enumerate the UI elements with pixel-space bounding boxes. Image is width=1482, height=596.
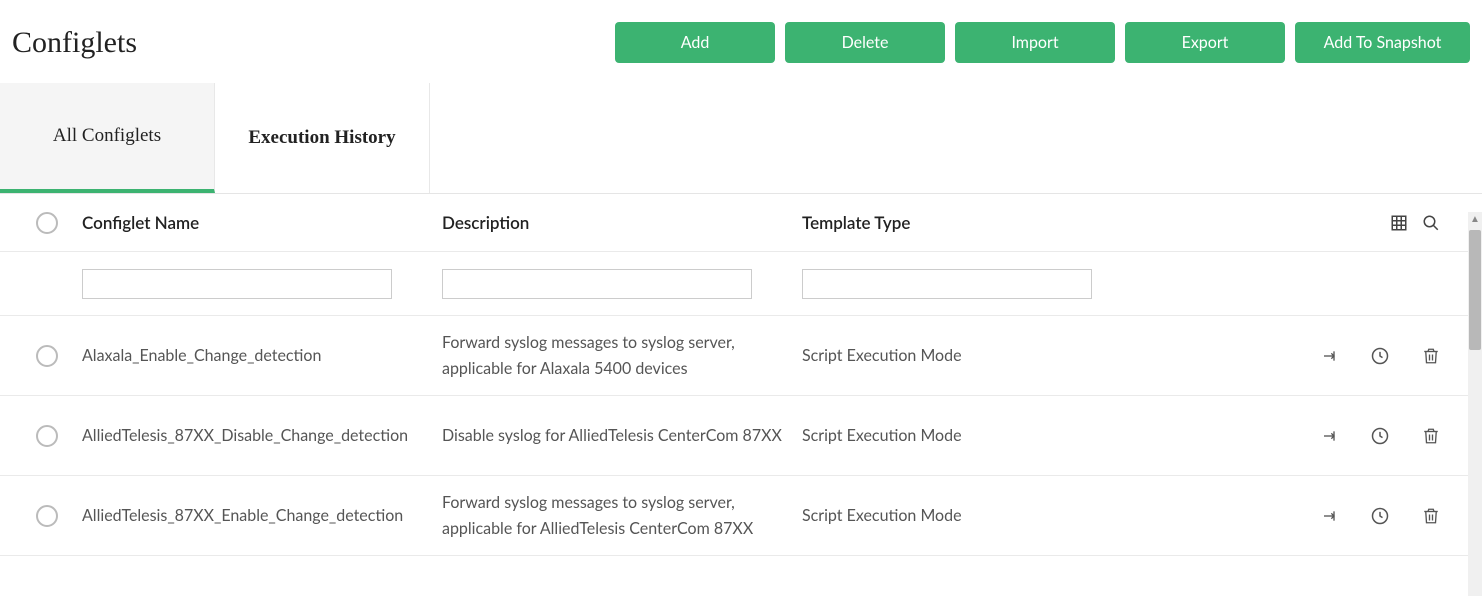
execute-icon[interactable] [1322,428,1338,444]
column-header-name[interactable]: Configlet Name [82,212,442,233]
column-header-template-type[interactable]: Template Type [802,212,1112,233]
filter-template-type-input[interactable] [802,269,1092,299]
table-row: AlliedTelesis_87XX_Disable_Change_detect… [0,396,1482,476]
row-name[interactable]: AlliedTelesis_87XX_Disable_Change_detect… [82,423,442,449]
tab-bar: All Configlets Execution History [0,83,1482,193]
schedule-icon[interactable] [1370,506,1390,526]
scrollbar-track[interactable]: ▲ [1468,212,1482,596]
execute-icon[interactable] [1322,348,1338,364]
row-select-checkbox[interactable] [36,505,58,527]
schedule-icon[interactable] [1370,346,1390,366]
page-title: Configlets [12,26,137,60]
delete-icon[interactable] [1422,507,1440,525]
row-description: Forward syslog messages to syslog server… [442,490,802,541]
add-button[interactable]: Add [615,22,775,63]
delete-button[interactable]: Delete [785,22,945,63]
column-header-description[interactable]: Description [442,212,802,233]
delete-icon[interactable] [1422,427,1440,445]
add-to-snapshot-button[interactable]: Add To Snapshot [1295,22,1470,63]
scrollbar-thumb[interactable] [1469,230,1481,350]
row-template-type: Script Execution Mode [802,503,1112,529]
row-select-checkbox[interactable] [36,345,58,367]
action-bar: Add Delete Import Export Add To Snapshot [615,22,1470,63]
filter-row [0,252,1482,316]
select-all-checkbox[interactable] [36,212,58,234]
scroll-up-arrow-icon[interactable]: ▲ [1468,212,1482,226]
tab-all-configlets[interactable]: All Configlets [0,83,215,193]
columns-icon[interactable] [1390,214,1408,232]
table-container: Configlet Name Description Template Type [0,194,1482,596]
table-row: AlliedTelesis_87XX_Enable_Change_detecti… [0,476,1482,556]
delete-icon[interactable] [1422,347,1440,365]
search-icon[interactable] [1422,214,1440,232]
row-template-type: Script Execution Mode [802,423,1112,449]
table-header-row: Configlet Name Description Template Type [0,194,1482,252]
tab-execution-history[interactable]: Execution History [215,83,430,193]
row-template-type: Script Execution Mode [802,343,1112,369]
execute-icon[interactable] [1322,508,1338,524]
table-row: Alaxala_Enable_Change_detection Forward … [0,316,1482,396]
schedule-icon[interactable] [1370,426,1390,446]
filter-name-input[interactable] [82,269,392,299]
row-description: Disable syslog for AlliedTelesis CenterC… [442,423,802,449]
row-select-checkbox[interactable] [36,425,58,447]
tabs-fill [430,83,1482,193]
filter-description-input[interactable] [442,269,752,299]
import-button[interactable]: Import [955,22,1115,63]
row-name[interactable]: AlliedTelesis_87XX_Enable_Change_detecti… [82,503,442,529]
row-name[interactable]: Alaxala_Enable_Change_detection [82,343,442,369]
row-description: Forward syslog messages to syslog server… [442,330,802,381]
export-button[interactable]: Export [1125,22,1285,63]
